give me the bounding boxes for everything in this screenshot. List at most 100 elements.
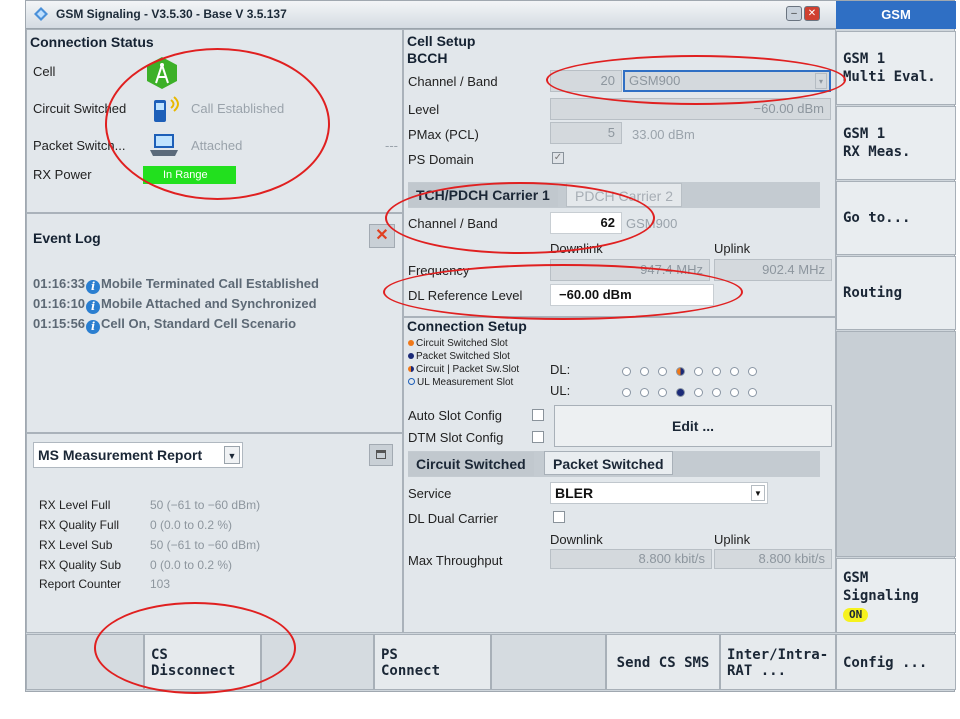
legend-ps-slot: Packet Switched Slot [408,350,519,363]
tab-circuit-switched[interactable]: Circuit Switched [408,452,534,476]
timeslot-4 [694,367,703,376]
tab-tch-pdch-carrier-1[interactable]: TCH/PDCH Carrier 1 [408,183,558,207]
tch-band-value: GSM900 [626,216,678,231]
freq-ul-field[interactable]: 902.4 MHz [714,259,832,281]
cell-tower-icon [147,57,177,89]
phone-icon [154,96,179,122]
timeslot-6 [730,388,739,397]
pmax-pcl-field[interactable]: 5 [550,122,622,144]
laptop-icon [150,134,178,156]
app-icon [34,7,48,21]
chevron-down-icon: ▾ [815,73,827,89]
timeslot-4 [694,388,703,397]
event-log-entry: 01:16:10 i Mobile Attached and Synchronize… [33,296,317,314]
timeslot-3 [676,388,685,397]
tch-channel-field[interactable]: 62 [550,212,622,234]
ms-row-label: RX Quality Sub [39,558,122,572]
max-tp-ul-field: 8.800 kbit/s [714,549,832,569]
sidebar-item-routing[interactable]: Routing [836,256,956,330]
window-icon [376,450,386,459]
close-icon[interactable]: ✕ [804,6,820,21]
config-button[interactable]: Config ... [836,634,956,690]
pmax-label: PMax (PCL) [408,127,479,142]
sidebar-empty-area [836,331,956,557]
inter-intra-rat-button[interactable]: Inter/Intra- RAT ... [720,634,836,690]
dl-ref-level-label: DL Reference Level [408,288,523,303]
level-label: Level [408,102,440,117]
service-select[interactable]: BLER ▼ [550,482,768,504]
sidebar-top-label: GSM [836,1,956,29]
window-title: GSM Signaling - V3.5.30 - Base V 3.5.137 [56,7,287,21]
slot-legend: Circuit Switched Slot Packet Switched Sl… [408,337,519,389]
ms-report-window-button[interactable] [369,444,393,466]
ps-connect-button[interactable]: PS Connect [374,634,491,690]
level-field[interactable]: −60.00 dBm [550,98,831,120]
info-icon: i [86,320,101,334]
ms-row-label: Report Counter [39,577,122,591]
cell-setup-panel: Cell Setup BCCH Channel / Band 20 GSM900… [403,29,836,317]
cs-label: Circuit Switched [33,101,127,116]
title-bar: GSM Signaling - V3.5.30 - Base V 3.5.137… [26,1,836,29]
edit-slots-button[interactable]: Edit ... [554,405,832,447]
bcch-channel-field[interactable]: 20 [550,70,622,92]
connection-status-title: Connection Status [30,34,154,50]
send-cs-sms-button[interactable]: Send CS SMS [606,634,720,690]
bottom-key-empty-3 [491,634,606,690]
sidebar-item-goto[interactable]: Go to... [836,181,956,255]
tab-pdch-carrier-2[interactable]: PDCH Carrier 2 [566,183,683,207]
dtm-slot-checkbox[interactable] [532,431,544,443]
timeslot-1 [640,388,649,397]
ms-row-label: RX Level Full [39,498,111,512]
ms-row-value: 0 (0.0 to 0.2 %) [150,518,233,532]
ms-report-panel: MS Measurement Report ▼ RX Level Full 50… [26,433,403,633]
timeslot-3 [676,367,685,376]
event-log-clear-button[interactable]: ✕ [369,224,395,248]
cs-disconnect-button[interactable]: CS Disconnect [144,634,261,690]
timeslot-5 [712,367,721,376]
timeslot-7 [748,367,757,376]
timeslot-2 [658,388,667,397]
dl-dual-carrier-label: DL Dual Carrier [408,511,498,526]
tab-packet-switched[interactable]: Packet Switched [544,451,673,475]
signaling-on-badge: ON [843,608,869,622]
dl-ref-level-field[interactable]: −60.00 dBm [550,284,714,306]
event-log-panel: Event Log ✕ 01:16:33 i Mobile Terminated C… [26,213,403,433]
sidebar-item-gsm-rx-meas[interactable]: GSM 1 RX Meas. [836,106,956,180]
ps-status: Attached [191,138,243,153]
ms-report-dropdown[interactable]: MS Measurement Report ▼ [33,442,243,468]
info-icon: i [86,280,101,294]
ms-row-value: 50 (−61 to −60 dBm) [150,498,261,512]
ul-slots-label: UL: [550,383,571,398]
ps-label: Packet Switch... [33,138,126,153]
ms-row-label: RX Quality Full [39,518,120,532]
dtm-slot-label: DTM Slot Config [408,430,504,445]
auto-slot-label: Auto Slot Config [408,408,502,423]
service-label: Service [408,486,452,501]
ms-row-value: 103 [150,577,171,591]
chevron-down-icon: ▼ [751,485,765,501]
sidebar-item-gsm-multi-eval[interactable]: GSM 1 Multi Eval. [836,31,956,105]
downlink-label: Downlink [550,241,603,256]
dl-dual-carrier-checkbox[interactable] [553,511,565,523]
info-icon: i [86,300,101,314]
cell-setup-title: Cell Setup [407,33,476,49]
bcch-band-select[interactable]: GSM900 ▾ [623,70,831,92]
bottom-key-empty-2 [261,634,374,690]
timeslot-5 [712,388,721,397]
legend-ul-meas-slot: UL Measurement Slot [408,376,519,389]
connection-setup-panel: Connection Setup Circuit Switched Slot P… [403,317,836,633]
freq-dl-field[interactable]: 947.4 MHz [550,259,710,281]
rx-power-value: In Range [163,169,208,181]
ms-row-label: RX Level Sub [39,538,113,552]
cell-label: Cell [33,64,56,79]
auto-slot-checkbox[interactable] [532,409,544,421]
uplink-label: Uplink [714,241,751,256]
gsm-signaling-label: GSM Signaling [843,570,919,604]
rx-power-indicator: In Range [143,166,236,184]
legend-cs-ps-slot: Circuit | Packet Sw.Slot [408,363,519,376]
minimize-icon[interactable]: – [786,6,802,21]
event-log-title: Event Log [33,230,101,246]
ps-domain-checkbox[interactable]: ✓ [552,152,564,164]
sidebar-gsm-signaling[interactable]: GSM Signaling ON [836,558,956,633]
pmax-value: 33.00 dBm [632,127,695,142]
